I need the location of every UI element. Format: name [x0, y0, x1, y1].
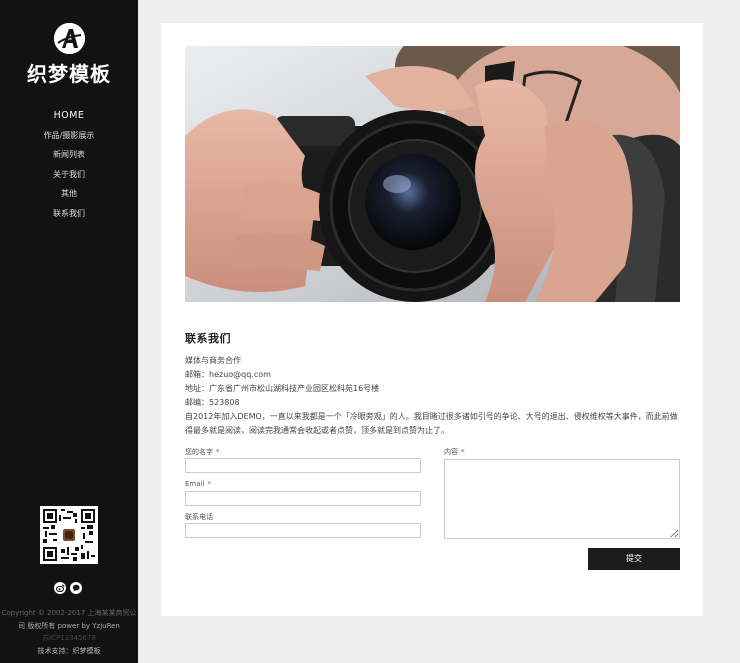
nav-item-news[interactable]: 新闻列表 — [0, 145, 138, 165]
contact-postcode: 邮编：523808 — [185, 398, 240, 407]
tech-support[interactable]: 技术支持：织梦模板 — [0, 645, 138, 658]
contact-info: 媒体与商务合作 邮箱：hezuo@qq.com 地址：广东省广州市松山湖科技产业… — [185, 354, 680, 438]
nav-item-contact[interactable]: 联系我们 — [0, 204, 138, 224]
submit-button[interactable]: 提交 — [588, 548, 680, 570]
name-input[interactable] — [185, 458, 421, 473]
contact-address: 地址：广东省广州市松山湖科技产业园区松科苑16号楼 — [185, 384, 380, 393]
contact-title: 联系我们 — [185, 332, 231, 345]
hero-image — [185, 46, 680, 302]
icp-number[interactable]: 苏ICP12345678 — [0, 632, 138, 645]
sidebar: 织梦模板 HOME 作品/摄影展示 新闻列表 关于我们 其他 联系我们 Copy… — [0, 0, 138, 663]
brand-name[interactable]: 织梦模板 — [0, 58, 138, 87]
contact-paragraph: 自2012年加入DEMO，一直以来我都是一个「冷眼旁观」的人。我目睹过很多诸如引… — [185, 412, 678, 435]
email-input[interactable] — [185, 491, 421, 506]
name-label: 您的名字 * — [185, 448, 220, 456]
content-textarea[interactable] — [444, 459, 680, 539]
content-card: 联系我们 媒体与商务合作 邮箱：hezuo@qq.com 地址：广东省广州市松山… — [161, 23, 703, 616]
contact-email[interactable]: 邮箱：hezuo@qq.com — [185, 368, 680, 382]
nav-item-home[interactable]: HOME — [0, 106, 138, 126]
wechat-icon[interactable] — [70, 582, 82, 594]
nav-item-works[interactable]: 作品/摄影展示 — [0, 126, 138, 146]
phone-input[interactable] — [185, 523, 421, 538]
content-label: 内容 * — [444, 448, 465, 456]
brand-logo-icon[interactable] — [54, 23, 85, 54]
main-nav: HOME 作品/摄影展示 新闻列表 关于我们 其他 联系我们 — [0, 106, 138, 223]
copyright-line-2: 司 版权所有 power by YzjuRen — [18, 621, 120, 630]
phone-label: 联系电话 — [185, 513, 213, 521]
social-links — [54, 582, 82, 594]
qr-code — [40, 506, 98, 564]
weibo-icon[interactable] — [54, 582, 66, 594]
sidebar-footer: Copyright © 2002-2017 上海某某商贸公 司 版权所有 pow… — [0, 607, 138, 657]
email-label: Email * — [185, 480, 211, 488]
nav-item-other[interactable]: 其他 — [0, 184, 138, 204]
contact-line: 媒体与商务合作 — [185, 356, 241, 365]
nav-item-about[interactable]: 关于我们 — [0, 165, 138, 185]
copyright-line-1: Copyright © 2002-2017 上海某某商贸公 — [1, 609, 137, 617]
